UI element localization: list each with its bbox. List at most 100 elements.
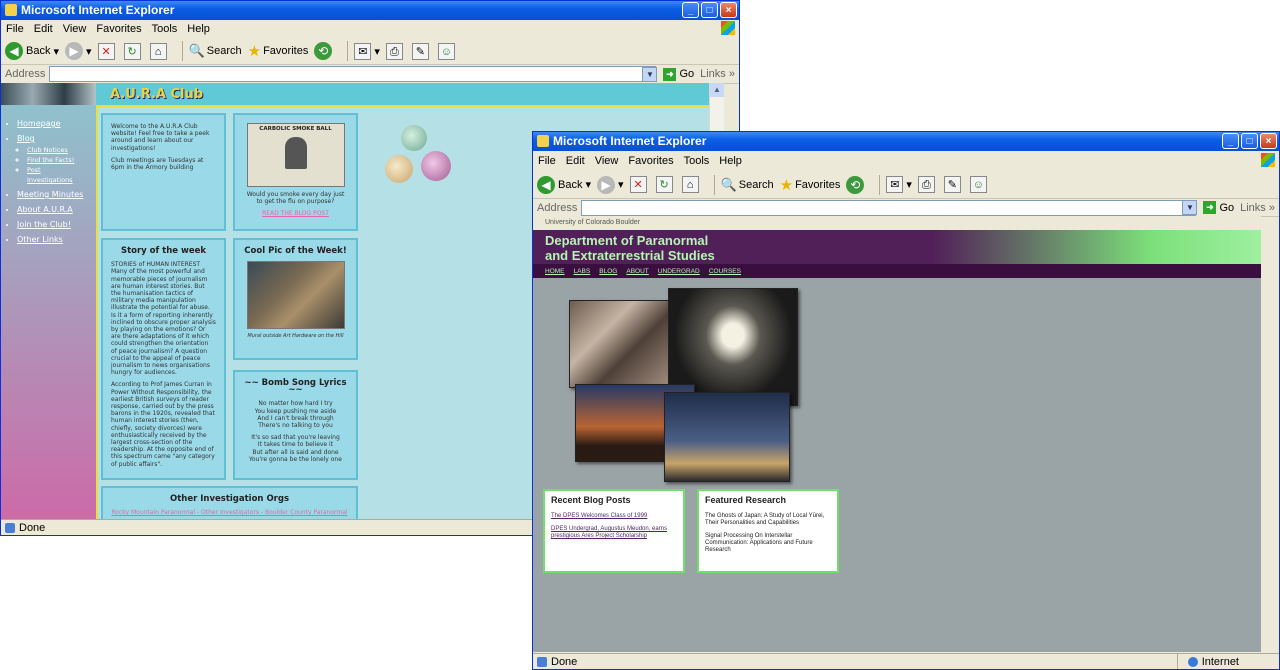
nav-find-facts[interactable]: Find the Facts! (27, 156, 83, 164)
go-button[interactable]: ➜ Go (1203, 201, 1234, 214)
back-button[interactable]: ◀ Back ▾ (537, 175, 591, 194)
search-button[interactable]: 🔍 Search (189, 43, 242, 59)
nav-undergrad[interactable]: UNDERGRAD (658, 268, 700, 275)
history-button[interactable]: ⟲ (846, 175, 867, 194)
address-dropdown-icon[interactable]: ▼ (642, 66, 658, 82)
nav-investigations[interactable]: Investigations (27, 176, 83, 184)
story-heading: Story of the week (120, 246, 207, 256)
nav-post[interactable]: Post (27, 166, 83, 174)
links-button[interactable]: Links » (700, 68, 739, 80)
blog-post-link[interactable]: DPES Undergrad, Augustus Meudon, earns p… (551, 526, 677, 540)
other-orgs-box: Other Investigation Orgs Rocky Mountain … (101, 486, 358, 521)
messenger-button[interactable]: ☺ (969, 176, 990, 193)
title-bar[interactable]: Microsoft Internet Explorer _ □ × (1, 1, 739, 20)
nav-labs[interactable]: LABS (574, 268, 591, 275)
stop-button[interactable]: ✕ (97, 42, 118, 60)
forward-arrow-icon: ▶ (597, 175, 616, 194)
dpes-nav: HOME LABS BLOG ABOUT UNDERGRAD COURSES (533, 264, 1261, 278)
lyric-line: You keep pushing me aside (254, 407, 337, 415)
nav-home[interactable]: HOME (545, 268, 565, 275)
address-input[interactable] (581, 199, 1197, 216)
home-button[interactable]: ⌂ (149, 42, 170, 60)
search-icon: 🔍 (188, 43, 205, 58)
nav-other-links[interactable]: Other Links (17, 235, 83, 244)
page-icon (5, 522, 15, 533)
read-blog-post-link[interactable]: READ THE BLOG POST (243, 210, 348, 217)
menu-file[interactable]: File (533, 155, 561, 167)
print-icon: ⎙ (917, 176, 935, 193)
forward-button[interactable]: ▶ ▾ (65, 42, 92, 60)
mural-caption: Mural outside Art Hardware on the Hill (247, 333, 344, 340)
favorites-button[interactable]: ★ Favorites (248, 42, 309, 60)
messenger-icon: ☺ (969, 176, 987, 193)
toolbar: ◀ Back ▾ ▶ ▾ ✕ ↻ ⌂ 🔍 Search ★ Favorites ⟲ ✉ ▾… (1, 38, 739, 65)
blog-posts-box: Recent Blog Posts The DPES Welcomes Clas… (543, 489, 685, 573)
back-arrow-icon: ◀ (5, 42, 23, 60)
history-icon: ⟲ (846, 175, 865, 194)
nav-join[interactable]: Join the Club! (17, 220, 83, 229)
maximize-button[interactable]: □ (1241, 133, 1258, 149)
mail-button[interactable]: ✉ ▾ (354, 42, 380, 60)
maximize-button[interactable]: □ (701, 2, 718, 18)
back-button[interactable]: ◀ Back ▾ (5, 42, 59, 60)
history-icon: ⟲ (314, 42, 333, 60)
nav-homepage[interactable]: Homepage (17, 119, 83, 128)
forward-button[interactable]: ▶ ▾ (597, 175, 624, 194)
edit-button[interactable]: ✎ (411, 42, 432, 60)
close-button[interactable]: × (720, 2, 737, 18)
menu-tools[interactable]: Tools (679, 155, 715, 167)
page-icon (537, 656, 547, 667)
links-button[interactable]: Links » (1240, 202, 1279, 214)
stop-button[interactable]: ✕ (629, 176, 650, 193)
mural-photo (246, 261, 345, 330)
close-button[interactable]: × (1260, 133, 1277, 149)
menu-help[interactable]: Help (714, 155, 747, 167)
dpes-header: Department of Paranormal and Extraterres… (533, 230, 1261, 264)
featured-research-heading: Featured Research (705, 495, 787, 505)
starry-mountain-photo (664, 392, 790, 482)
scroll-up-icon[interactable]: ▲ (710, 83, 724, 97)
menu-favorites[interactable]: Favorites (623, 155, 678, 167)
minimize-button[interactable]: _ (682, 2, 699, 18)
stop-icon: ✕ (97, 42, 115, 60)
nav-blog[interactable]: BLOG (599, 268, 617, 275)
print-button[interactable]: ⎙ (385, 42, 406, 60)
refresh-button[interactable]: ↻ (123, 42, 144, 60)
history-button[interactable]: ⟲ (314, 42, 335, 60)
address-dropdown-icon[interactable]: ▼ (1182, 200, 1198, 215)
menu-bar: File Edit View Favorites Tools Help (1, 20, 739, 39)
menu-help[interactable]: Help (182, 23, 215, 35)
status-text: Done (551, 655, 578, 668)
go-button[interactable]: ➜ Go (663, 67, 694, 81)
address-bar: Address ▼ ➜ Go Links » (533, 199, 1279, 217)
nav-courses[interactable]: COURSES (709, 268, 741, 275)
refresh-button[interactable]: ↻ (655, 176, 676, 193)
welcome-text: Welcome to the A.U.R.A Club website! Fee… (111, 123, 210, 152)
messenger-button[interactable]: ☺ (437, 42, 458, 60)
nav-blog[interactable]: Blog (17, 134, 83, 143)
menu-view[interactable]: View (58, 23, 92, 35)
menu-edit[interactable]: Edit (29, 23, 58, 35)
page-title: A.U.R.A Club (110, 87, 204, 102)
address-input[interactable] (49, 66, 657, 82)
print-button[interactable]: ⎙ (917, 176, 938, 193)
menu-edit[interactable]: Edit (561, 155, 590, 167)
mail-button[interactable]: ✉ ▾ (886, 176, 912, 193)
nav-club-notices[interactable]: Club Notices (27, 146, 83, 154)
blog-post-link[interactable]: The DPES Welcomes Class of 1999 (551, 513, 677, 520)
home-button[interactable]: ⌂ (681, 176, 702, 193)
favorites-button[interactable]: ★ Favorites (780, 176, 841, 194)
edit-button[interactable]: ✎ (943, 176, 964, 193)
menu-file[interactable]: File (1, 23, 29, 35)
title-bar[interactable]: Microsoft Internet Explorer _ □ × (533, 132, 1279, 151)
minimize-button[interactable]: _ (1222, 133, 1239, 149)
menu-tools[interactable]: Tools (147, 23, 183, 35)
nav-about[interactable]: About A.U.R.A (17, 205, 83, 214)
status-bar: Done Internet (533, 653, 1279, 669)
aura-sidebar: Homepage Blog Club Notices Find the Fact… (1, 83, 96, 521)
menu-favorites[interactable]: Favorites (91, 23, 146, 35)
nav-meeting-minutes[interactable]: Meeting Minutes (17, 190, 83, 199)
search-button[interactable]: 🔍 Search (721, 177, 774, 193)
nav-about[interactable]: ABOUT (626, 268, 648, 275)
menu-view[interactable]: View (590, 155, 624, 167)
